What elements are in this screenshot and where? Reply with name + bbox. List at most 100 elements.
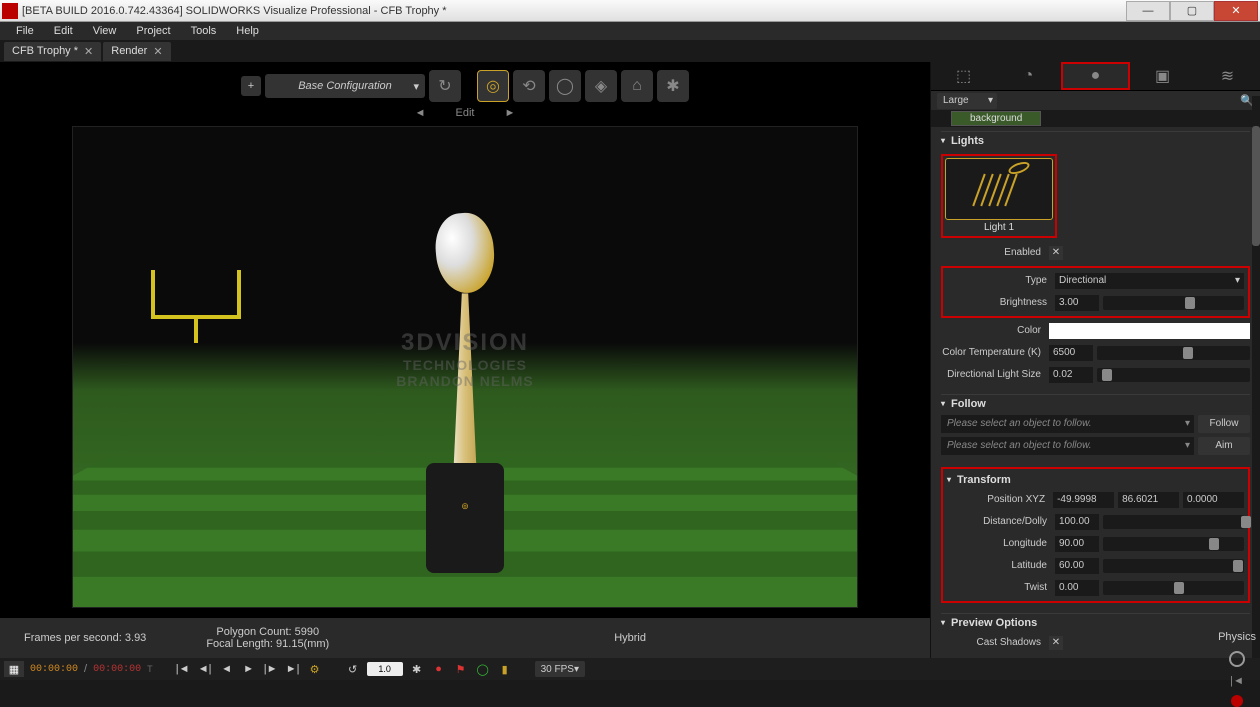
fps-dropdown[interactable]: 30 FPS ▾ (535, 661, 585, 677)
close-icon[interactable]: ✕ (84, 45, 93, 58)
physics-power-icon[interactable] (1229, 651, 1245, 667)
distance-slider[interactable] (1103, 515, 1244, 529)
brightness-slider[interactable] (1103, 296, 1244, 310)
follow-section-header[interactable]: ▾Follow (941, 394, 1250, 413)
type-label: Type (947, 275, 1051, 286)
type-dropdown[interactable]: Directional (1055, 273, 1244, 289)
aim-button[interactable]: Aim (1198, 437, 1250, 455)
play-icon[interactable]: ► (241, 661, 257, 677)
appearances-tab-icon[interactable]: ◔ (996, 62, 1061, 90)
record-icon[interactable] (1231, 695, 1243, 707)
play-reverse-icon[interactable]: ◄ (219, 661, 235, 677)
config-dropdown[interactable]: Base Configuration (265, 74, 425, 98)
preview-section-header[interactable]: ▾Preview Options (941, 613, 1250, 632)
refresh-button[interactable]: ↻ (429, 70, 461, 102)
physics-label: Physics (1218, 631, 1256, 643)
background-chip[interactable]: background (951, 111, 1041, 126)
menu-project[interactable]: Project (126, 25, 180, 37)
menu-help[interactable]: Help (226, 25, 269, 37)
position-y[interactable]: 86.6021 (1118, 492, 1179, 508)
auto-key-icon[interactable]: ▮ (497, 661, 513, 677)
twist-value[interactable]: 0.00 (1055, 580, 1099, 596)
menu-edit[interactable]: Edit (44, 25, 83, 37)
menu-file[interactable]: File (6, 25, 44, 37)
twist-slider[interactable] (1103, 581, 1244, 595)
playback-speed[interactable]: 1.0 (367, 662, 403, 676)
light-thumbnail[interactable]: Light 1 (941, 154, 1057, 238)
colortemp-value[interactable]: 6500 (1049, 345, 1093, 361)
models-tab-icon[interactable]: ⬚ (931, 62, 996, 90)
config-edit-row: ◄ Edit ► (0, 106, 930, 120)
prev-config-icon[interactable]: ◄ (415, 107, 426, 119)
colortemp-label: Color Temperature (K) (941, 347, 1045, 358)
menu-view[interactable]: View (83, 25, 127, 37)
edit-config-label[interactable]: Edit (456, 107, 475, 119)
twist-label: Twist (947, 582, 1051, 593)
libraries-tab-icon[interactable]: ≋ (1195, 62, 1260, 90)
viewport-canvas[interactable]: ⊚ 3DVISION TECHNOLOGIES BRANDON NELMS (72, 126, 858, 608)
cast-shadows-checkbox[interactable]: ✕ (1049, 636, 1063, 650)
distance-value[interactable]: 100.00 (1055, 514, 1099, 530)
renderer-mode: Hybrid (614, 632, 646, 644)
position-z[interactable]: 0.0000 (1183, 492, 1244, 508)
thumbnail-size-dropdown[interactable]: Large (937, 93, 997, 109)
settings-gear-icon[interactable]: ⚙ (307, 661, 323, 677)
physics-collapse-icon[interactable]: |◄ (1230, 675, 1244, 687)
tab-cfb-trophy[interactable]: CFB Trophy * ✕ (4, 42, 101, 61)
color-label: Color (941, 325, 1045, 336)
cameras-tab-icon[interactable]: ▣ (1130, 62, 1195, 90)
prev-key-icon[interactable]: ◄| (197, 661, 213, 677)
follow-button[interactable]: Follow (1198, 415, 1250, 433)
loop-icon[interactable]: ↺ (345, 661, 361, 677)
add-config-button[interactable]: + (241, 76, 261, 96)
fps-status: Frames per second: 3.93 (24, 632, 146, 644)
light-name: Light 1 (943, 220, 1055, 233)
scenes-tab-icon[interactable]: ● (1061, 62, 1130, 90)
scene-trophy: ⊚ (426, 213, 504, 573)
app-icon (2, 3, 18, 19)
next-config-icon[interactable]: ► (504, 107, 515, 119)
lights-section-header[interactable]: ▾Lights (941, 131, 1250, 150)
cube-tool-icon[interactable]: ◈ (585, 70, 617, 102)
layout-grid-icon[interactable]: ▦ (4, 661, 24, 677)
tab-render[interactable]: Render ✕ (103, 42, 170, 61)
close-icon[interactable]: ✕ (153, 45, 162, 58)
transform-section-header[interactable]: ▾Transform (947, 471, 1244, 489)
maximize-button[interactable]: ▢ (1170, 1, 1214, 21)
config-label: Base Configuration (298, 80, 392, 92)
time-current: 00:00:00 (30, 664, 78, 675)
longitude-value[interactable]: 90.00 (1055, 536, 1099, 552)
brightness-value[interactable]: 3.00 (1055, 295, 1099, 311)
aim-object-dropdown[interactable]: Please select an object to follow. (941, 437, 1194, 455)
menu-tools[interactable]: Tools (181, 25, 227, 37)
properties-panel: ⬚ ◔ ● ▣ ≋ Large 🔍 background ▾Lights (930, 62, 1260, 658)
goto-start-icon[interactable]: |◄ (175, 661, 191, 677)
dirsize-slider[interactable] (1097, 368, 1250, 382)
latitude-value[interactable]: 60.00 (1055, 558, 1099, 574)
position-x[interactable]: -49.9998 (1053, 492, 1114, 508)
enabled-checkbox[interactable]: ✕ (1049, 246, 1063, 260)
dirsize-value[interactable]: 0.02 (1049, 367, 1093, 383)
brightness-label: Brightness (947, 297, 1051, 308)
aperture-tool-icon[interactable]: ✱ (657, 70, 689, 102)
goto-end-icon[interactable]: ►| (285, 661, 301, 677)
camera-tool-icon[interactable]: ⌂ (621, 70, 653, 102)
panel-scrollbar[interactable] (1252, 96, 1260, 658)
latitude-slider[interactable] (1103, 559, 1244, 573)
longitude-slider[interactable] (1103, 537, 1244, 551)
colortemp-slider[interactable] (1097, 346, 1250, 360)
select-tool-icon[interactable]: ◎ (477, 70, 509, 102)
marker-b-icon[interactable]: ◯ (475, 661, 491, 677)
material-tool-icon[interactable]: ◯ (549, 70, 581, 102)
color-swatch[interactable] (1049, 323, 1250, 339)
marker-a-icon[interactable]: ● (431, 661, 447, 677)
next-key-icon[interactable]: |► (263, 661, 279, 677)
minimize-button[interactable]: — (1126, 1, 1170, 21)
keyframe-icon[interactable]: ✱ (409, 661, 425, 677)
flag-icon[interactable]: ⚑ (453, 661, 469, 677)
search-icon[interactable]: 🔍 (1005, 94, 1254, 107)
close-button[interactable]: ✕ (1214, 1, 1258, 21)
follow-object-dropdown[interactable]: Please select an object to follow. (941, 415, 1194, 433)
dirsize-label: Directional Light Size (941, 369, 1045, 380)
turntable-tool-icon[interactable]: ⟲ (513, 70, 545, 102)
